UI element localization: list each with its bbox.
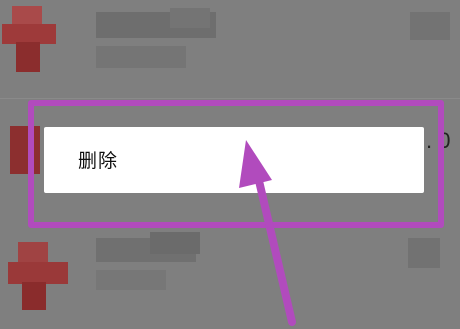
pointer-arrow-icon [239, 140, 296, 326]
